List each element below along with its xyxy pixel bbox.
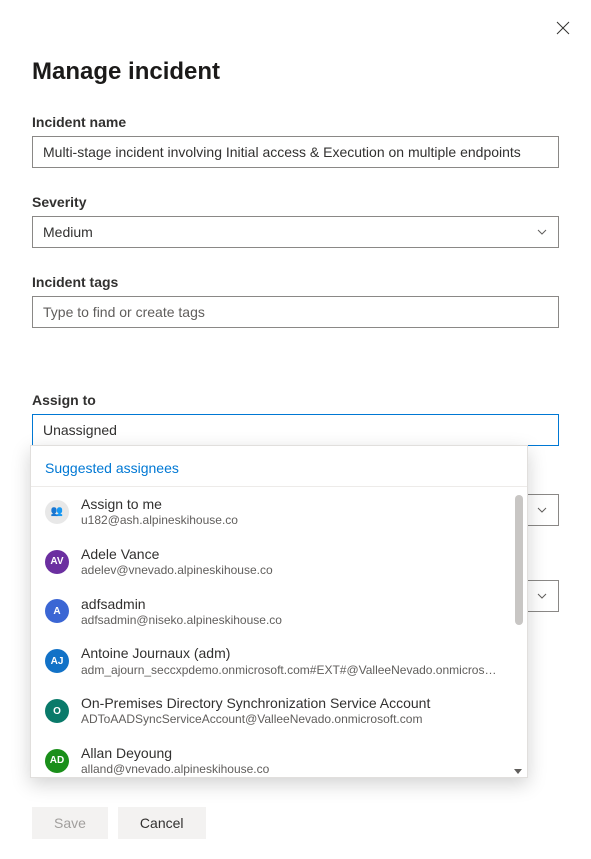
assignee-email: adfsadmin@niseko.alpineskihouse.co <box>81 613 497 629</box>
incident-name-label: Incident name <box>32 114 559 130</box>
assign-to-input[interactable] <box>32 414 559 446</box>
assignee-item[interactable]: 👥 Assign to meu182@ash.alpineskihouse.co <box>31 487 511 537</box>
chevron-down-icon <box>536 504 548 516</box>
assignee-item[interactable]: AJ Antoine Journaux (adm)adm_ajourn_seccx… <box>31 636 511 686</box>
incident-tags-input[interactable] <box>32 296 559 328</box>
severity-label: Severity <box>32 194 559 210</box>
close-button[interactable] <box>553 18 573 38</box>
incident-name-input[interactable] <box>32 136 559 168</box>
assign-to-label: Assign to <box>32 392 559 408</box>
avatar: AJ <box>45 649 69 673</box>
scrollbar-thumb[interactable] <box>515 495 523 625</box>
assignee-name: Assign to me <box>81 495 497 513</box>
dialog-footer: Save Cancel <box>32 807 206 839</box>
avatar: 👥 <box>45 500 69 524</box>
assignee-name: adfsadmin <box>81 595 497 613</box>
assignee-name: On-Premises Directory Synchronization Se… <box>81 694 497 712</box>
avatar: AD <box>45 749 69 773</box>
assignee-name: Adele Vance <box>81 545 497 563</box>
assignee-item[interactable]: O On-Premises Directory Synchronization S… <box>31 686 511 736</box>
save-button[interactable]: Save <box>32 807 108 839</box>
chevron-down-icon <box>536 226 548 238</box>
avatar: A <box>45 599 69 623</box>
assignee-item[interactable]: Aadfsadminadfsadmin@niseko.alpineskihous… <box>31 587 511 637</box>
avatar: AV <box>45 550 69 574</box>
suggested-assignees-header: Suggested assignees <box>31 446 527 487</box>
assignee-name: Antoine Journaux (adm) <box>81 644 497 662</box>
assignee-name: Allan Deyoung <box>81 744 497 762</box>
assignee-item[interactable]: AD Allan Deyoungalland@vnevado.alpineskih… <box>31 736 511 777</box>
page-title: Manage incident <box>32 58 559 86</box>
cancel-button[interactable]: Cancel <box>118 807 206 839</box>
assignee-list: 👥 Assign to meu182@ash.alpineskihouse.co A… <box>31 487 527 777</box>
assignee-email: u182@ash.alpineskihouse.co <box>81 513 497 529</box>
severity-select[interactable]: Medium <box>32 216 559 248</box>
severity-value: Medium <box>43 224 536 240</box>
incident-tags-label: Incident tags <box>32 274 559 290</box>
close-icon <box>556 21 570 35</box>
assignee-email: ADToAADSyncServiceAccount@ValleeNevado.o… <box>81 712 497 728</box>
scroll-down-arrow[interactable] <box>513 763 523 773</box>
assignee-item[interactable]: AV Adele Vanceadelev@vnevado.alpineskihou… <box>31 537 511 587</box>
chevron-down-icon <box>536 590 548 602</box>
assignee-email: alland@vnevado.alpineskihouse.co <box>81 762 497 777</box>
avatar: O <box>45 699 69 723</box>
assignee-dropdown: Suggested assignees 👥 Assign to meu182@as… <box>30 445 528 778</box>
assignee-email: adm_ajourn_seccxpdemo.onmicrosoft.com#EX… <box>81 663 497 679</box>
assignee-email: adelev@vnevado.alpineskihouse.co <box>81 563 497 579</box>
scrollbar-track[interactable] <box>515 495 523 767</box>
